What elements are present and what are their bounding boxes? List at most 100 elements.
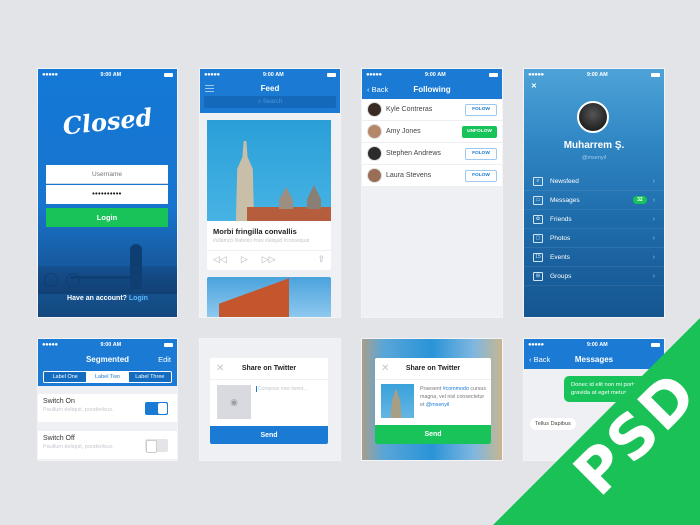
segmented-control: Label One Label Two Label Three xyxy=(43,371,172,383)
share-icon[interactable]: ⇪ xyxy=(317,254,325,265)
tweet-text[interactable]: Praesent #commodo cursus magna, vel nisl… xyxy=(420,385,487,409)
app-logo: Closed xyxy=(61,102,154,141)
segment-2[interactable]: Label Two xyxy=(86,372,129,382)
avatar[interactable] xyxy=(367,102,382,117)
signal-icon: ●●●●● xyxy=(366,71,382,78)
media-controls: ◁◁ ▷ ▷▷ ⇪ xyxy=(207,250,331,264)
tweet-input[interactable]: Compose new tweet... xyxy=(256,386,307,392)
menu-item-newsfeed[interactable]: ≡ Newsfeed › xyxy=(524,172,664,191)
incoming-message-bubble: Tellus Dapibus xyxy=(530,418,576,430)
feed-card[interactable] xyxy=(207,277,331,317)
toggle-switch-on[interactable] xyxy=(145,402,168,415)
attached-photo xyxy=(381,384,414,418)
mention-link[interactable]: @msenyil xyxy=(426,402,449,408)
spire xyxy=(279,187,293,209)
back-button[interactable]: ‹ Back xyxy=(367,85,388,94)
play-icon[interactable]: ▷ xyxy=(241,254,248,265)
friends-icon: ✿ xyxy=(533,214,543,224)
avatar[interactable] xyxy=(577,101,609,133)
menu-item-events[interactable]: 15 Events › xyxy=(524,248,664,267)
close-icon[interactable]: ✕ xyxy=(381,363,389,374)
navbar: ‹ Back Following xyxy=(362,80,502,99)
chevron-right-icon: › xyxy=(652,215,655,223)
segment-1[interactable]: Label One xyxy=(44,372,87,382)
back-button[interactable]: ‹ Back xyxy=(529,355,550,364)
segmented-screen: ●●●●● 9:00 AM Segmented Edit Label One La… xyxy=(38,339,177,460)
password-input[interactable]: •••••••••• xyxy=(46,185,168,204)
login-button[interactable]: Login xyxy=(46,208,168,227)
hashtag-link[interactable]: #commodo xyxy=(443,386,469,392)
dialog-title: Share on Twitter xyxy=(405,365,461,372)
edit-button[interactable]: Edit xyxy=(158,355,171,364)
follow-button[interactable]: FOLOW xyxy=(465,169,497,182)
battery-icon xyxy=(488,72,498,77)
signal-icon: ●●●●● xyxy=(204,71,220,78)
following-list: Kyle Contreras FOLOW Amy Jones UNFOLOW Steph… xyxy=(362,99,502,187)
feed-header: ●●●●● 9:00 AM Feed ⌕ Search xyxy=(200,69,340,113)
segment-3[interactable]: Label Three xyxy=(128,372,171,382)
menu-item-friends[interactable]: ✿ Friends › xyxy=(524,210,664,229)
following-row: Kyle Contreras FOLOW xyxy=(362,99,502,121)
person-name: Kyle Contreras xyxy=(386,106,433,113)
status-bar: ●●●●● 9:00 AM xyxy=(362,69,502,80)
username-input[interactable] xyxy=(46,165,168,184)
signal-icon: ●●●●● xyxy=(528,71,544,78)
feed-card[interactable]: Morbi fringilla convallis #ullamco #labo… xyxy=(207,120,331,270)
close-icon[interactable]: ✕ xyxy=(531,82,537,90)
status-time: 9:00 AM xyxy=(424,71,446,78)
switch-cell: Switch On Paullum deliquit, ponderibus. xyxy=(38,394,177,422)
status-bar: ●●●●● 9:00 AM xyxy=(200,69,340,80)
page-title: Feed xyxy=(260,83,280,93)
chevron-right-icon: › xyxy=(652,177,655,185)
unfollow-button[interactable]: UNFOLOW xyxy=(462,125,497,138)
add-photo-button[interactable]: ◉ xyxy=(217,385,251,419)
menu-item-label: Photos xyxy=(550,234,571,242)
menu-item-messages[interactable]: ▭ Messages 32 › xyxy=(524,191,664,210)
follow-button[interactable]: FOLOW xyxy=(465,147,497,160)
menu-item-label: Groups xyxy=(550,272,572,280)
footer-login-link[interactable]: Login xyxy=(129,295,148,302)
follow-button[interactable]: FOLOW xyxy=(465,103,497,116)
following-screen: ●●●●● 9:00 AM ‹ Back Following Kyle Cont… xyxy=(362,69,502,317)
profile-menu-screen: ●●●●● 9:00 AM ✕ Muharrem Ş. @msenyil ≡ Ne… xyxy=(524,69,664,317)
dialog-header: ✕ Share on Twitter xyxy=(375,358,491,380)
menu-item-groups[interactable]: ⊞ Groups › xyxy=(524,267,664,286)
newsfeed-icon: ≡ xyxy=(533,176,543,186)
events-icon: 15 xyxy=(533,252,543,262)
toggle-switch-off[interactable] xyxy=(145,439,168,453)
send-button[interactable]: Send xyxy=(210,426,328,444)
battery-icon xyxy=(326,72,336,77)
profile-menu: ≡ Newsfeed › ▭ Messages 32 › ✿ Friends › ▢ Photos › 1… xyxy=(524,172,664,286)
send-button[interactable]: Send xyxy=(375,425,491,444)
status-time: 9:00 AM xyxy=(100,341,122,348)
status-time: 9:00 AM xyxy=(586,71,608,78)
status-time: 9:00 AM xyxy=(100,71,122,78)
rewind-icon[interactable]: ◁◁ xyxy=(213,254,227,265)
camera-icon: ◉ xyxy=(230,396,238,407)
battery-icon xyxy=(650,342,660,347)
roof xyxy=(247,207,331,221)
navbar: Segmented Edit xyxy=(38,350,177,369)
search-input[interactable]: ⌕ Search xyxy=(204,96,336,108)
menu-item-label: Messages xyxy=(550,196,580,204)
menu-item-photos[interactable]: ▢ Photos › xyxy=(524,229,664,248)
page-title: Messages xyxy=(574,355,614,364)
footer-text: Have an account? xyxy=(67,295,127,302)
profile-name: Muharrem Ş. xyxy=(563,140,625,151)
menu-item-label: Friends xyxy=(550,215,572,223)
avatar[interactable] xyxy=(367,124,382,139)
avatar[interactable] xyxy=(367,168,382,183)
signal-icon: ●●●●● xyxy=(42,71,58,78)
segmented-header: ●●●●● 9:00 AM Segmented Edit Label One La… xyxy=(38,339,177,386)
background-photo xyxy=(38,244,177,294)
fast-forward-icon[interactable]: ▷▷ xyxy=(262,254,276,265)
close-icon[interactable]: ✕ xyxy=(216,363,224,374)
share-dialog: ✕ Share on Twitter Praesent #commodo cur… xyxy=(375,358,491,444)
hamburger-menu-icon[interactable] xyxy=(205,85,214,92)
groups-icon: ⊞ xyxy=(533,271,543,281)
switch-cell: Switch Off Paullum deliquit, ponderibus. xyxy=(38,431,177,459)
status-bar: ●●●●● 9:00 AM xyxy=(524,339,664,350)
avatar[interactable] xyxy=(367,146,382,161)
menu-item-label: Events xyxy=(550,253,570,261)
messages-screen: ●●●●● 9:00 AM ‹ Back Messages Donec id e… xyxy=(524,339,664,460)
